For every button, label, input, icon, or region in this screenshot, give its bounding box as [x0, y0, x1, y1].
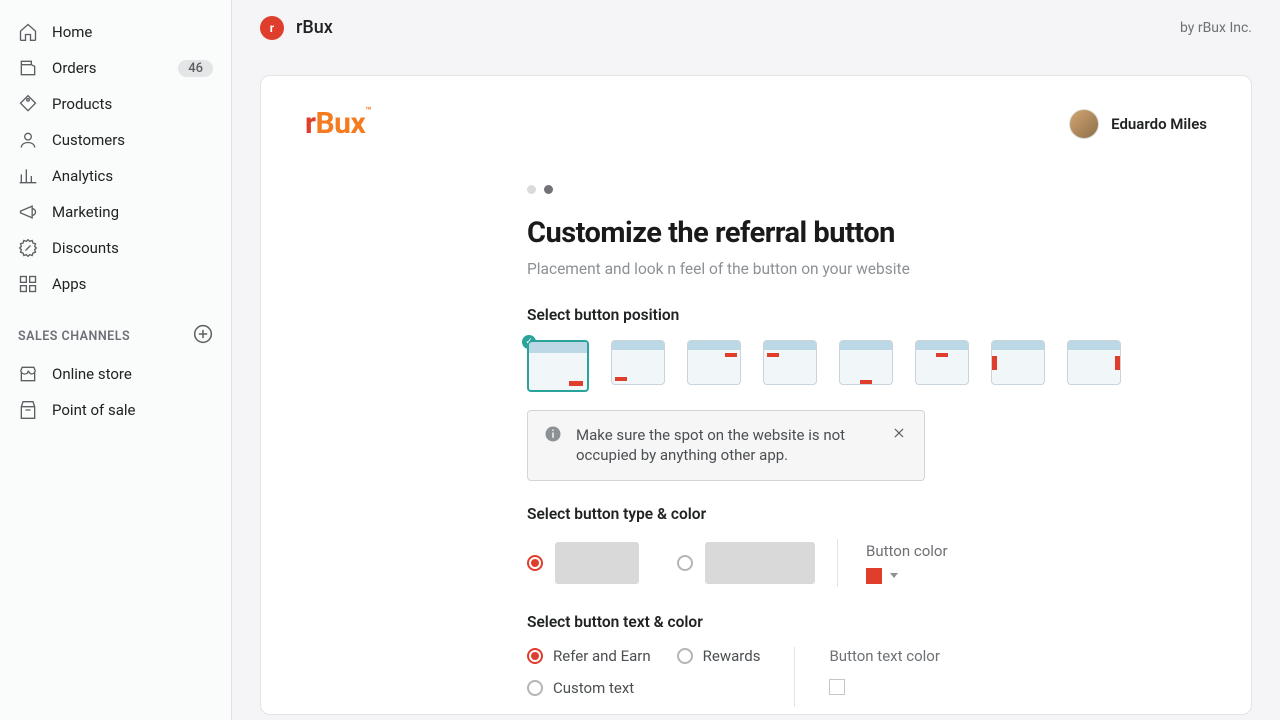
divider	[794, 647, 795, 707]
megaphone-icon	[18, 202, 38, 222]
nav-label: Orders	[52, 59, 97, 77]
chevron-down-icon	[890, 573, 898, 578]
nav-label: Products	[52, 95, 112, 113]
info-banner: Make sure the spot on the website is not…	[527, 410, 925, 481]
step-dot-2	[544, 185, 553, 194]
position-section-label: Select button position	[527, 306, 1137, 324]
nav-label: Customers	[52, 131, 125, 149]
orders-badge: 46	[178, 60, 213, 77]
text-opt-rewards[interactable]: Rewards	[677, 647, 761, 665]
pos-option-side-right[interactable]	[1067, 340, 1121, 385]
button-color-label: Button color	[866, 542, 948, 560]
nav-home[interactable]: Home	[0, 14, 231, 50]
nav-marketing[interactable]: Marketing	[0, 194, 231, 230]
radio	[527, 648, 543, 664]
type-preview-1[interactable]	[555, 542, 639, 584]
nav-orders[interactable]: Orders 46	[0, 50, 231, 86]
sales-channels-header: SALES CHANNELS	[0, 302, 231, 356]
home-icon	[18, 22, 38, 42]
text-opt-custom[interactable]: Custom text	[527, 679, 760, 697]
discount-icon	[18, 238, 38, 258]
pos-option-side-left[interactable]	[991, 340, 1045, 385]
app-title: rBux	[296, 17, 333, 38]
tag-icon	[18, 94, 38, 114]
nav-analytics[interactable]: Analytics	[0, 158, 231, 194]
main-area: r rBux by rBux Inc. rBux™ Eduardo Miles	[232, 0, 1280, 720]
info-text: Make sure the spot on the website is not…	[576, 425, 878, 466]
color-swatch	[866, 568, 882, 584]
rbux-logo: rBux™	[305, 106, 371, 141]
radio	[677, 648, 693, 664]
nav-label: Analytics	[52, 167, 113, 185]
analytics-icon	[18, 166, 38, 186]
info-icon	[544, 425, 562, 443]
app-card: rBux™ Eduardo Miles Customize the referr…	[260, 75, 1252, 715]
type-row: Button color	[527, 539, 1137, 587]
app-badge-icon: r	[260, 16, 284, 40]
orders-icon	[18, 58, 38, 78]
wizard-subtitle: Placement and look n feel of the button …	[527, 260, 1137, 278]
nav-customers[interactable]: Customers	[0, 122, 231, 158]
user-name: Eduardo Miles	[1111, 115, 1207, 133]
channel-pos[interactable]: Point of sale	[0, 392, 231, 428]
close-icon[interactable]	[892, 425, 908, 441]
store-icon	[18, 364, 38, 384]
pos-option-bottom-center[interactable]	[839, 340, 893, 385]
wizard-title: Customize the referral button	[527, 216, 1137, 250]
text-row: Refer and Earn Rewards Custom text	[527, 647, 1137, 707]
pos-option-top-right[interactable]	[687, 340, 741, 385]
text-color-label: Button text color	[829, 647, 939, 665]
nav-label: Discounts	[52, 239, 119, 257]
nav-discounts[interactable]: Discounts	[0, 230, 231, 266]
apps-icon	[18, 274, 38, 294]
pos-option-bottom-left[interactable]	[611, 340, 665, 385]
channel-label: Point of sale	[52, 401, 135, 419]
pos-option-top-center[interactable]	[915, 340, 969, 385]
channel-online-store[interactable]: Online store	[0, 356, 231, 392]
pos-option-bottom-right[interactable]: ✓	[527, 340, 589, 392]
type-radio-1[interactable]	[527, 555, 543, 571]
nav-label: Marketing	[52, 203, 119, 221]
avatar	[1069, 109, 1099, 139]
step-indicator	[527, 185, 1137, 194]
text-color-picker[interactable]	[829, 679, 845, 695]
text-section-label: Select button text & color	[527, 613, 1137, 631]
sidebar: Home Orders 46 Products Customers Analyt…	[0, 0, 232, 720]
section-label: SALES CHANNELS	[18, 329, 130, 344]
topbar: r rBux by rBux Inc.	[232, 0, 1280, 55]
pos-icon	[18, 400, 38, 420]
type-section-label: Select button type & color	[527, 505, 1137, 523]
pos-option-top-left[interactable]	[763, 340, 817, 385]
nav-products[interactable]: Products	[0, 86, 231, 122]
app-vendor: by rBux Inc.	[1180, 20, 1252, 36]
divider	[837, 539, 838, 587]
user-block[interactable]: Eduardo Miles	[1069, 109, 1207, 139]
user-icon	[18, 130, 38, 150]
nav-label: Home	[52, 23, 92, 41]
nav-apps[interactable]: Apps	[0, 266, 231, 302]
nav-label: Apps	[52, 275, 86, 293]
type-radio-2[interactable]	[677, 555, 693, 571]
step-dot-1	[527, 185, 536, 194]
wizard: Customize the referral button Placement …	[527, 185, 1137, 720]
button-color-picker[interactable]	[866, 568, 948, 584]
text-opt-refer[interactable]: Refer and Earn	[527, 647, 651, 665]
add-channel-icon[interactable]	[193, 324, 213, 348]
type-preview-2[interactable]	[705, 542, 815, 584]
position-row: ✓	[527, 340, 1137, 392]
channel-label: Online store	[52, 365, 132, 383]
radio	[527, 680, 543, 696]
